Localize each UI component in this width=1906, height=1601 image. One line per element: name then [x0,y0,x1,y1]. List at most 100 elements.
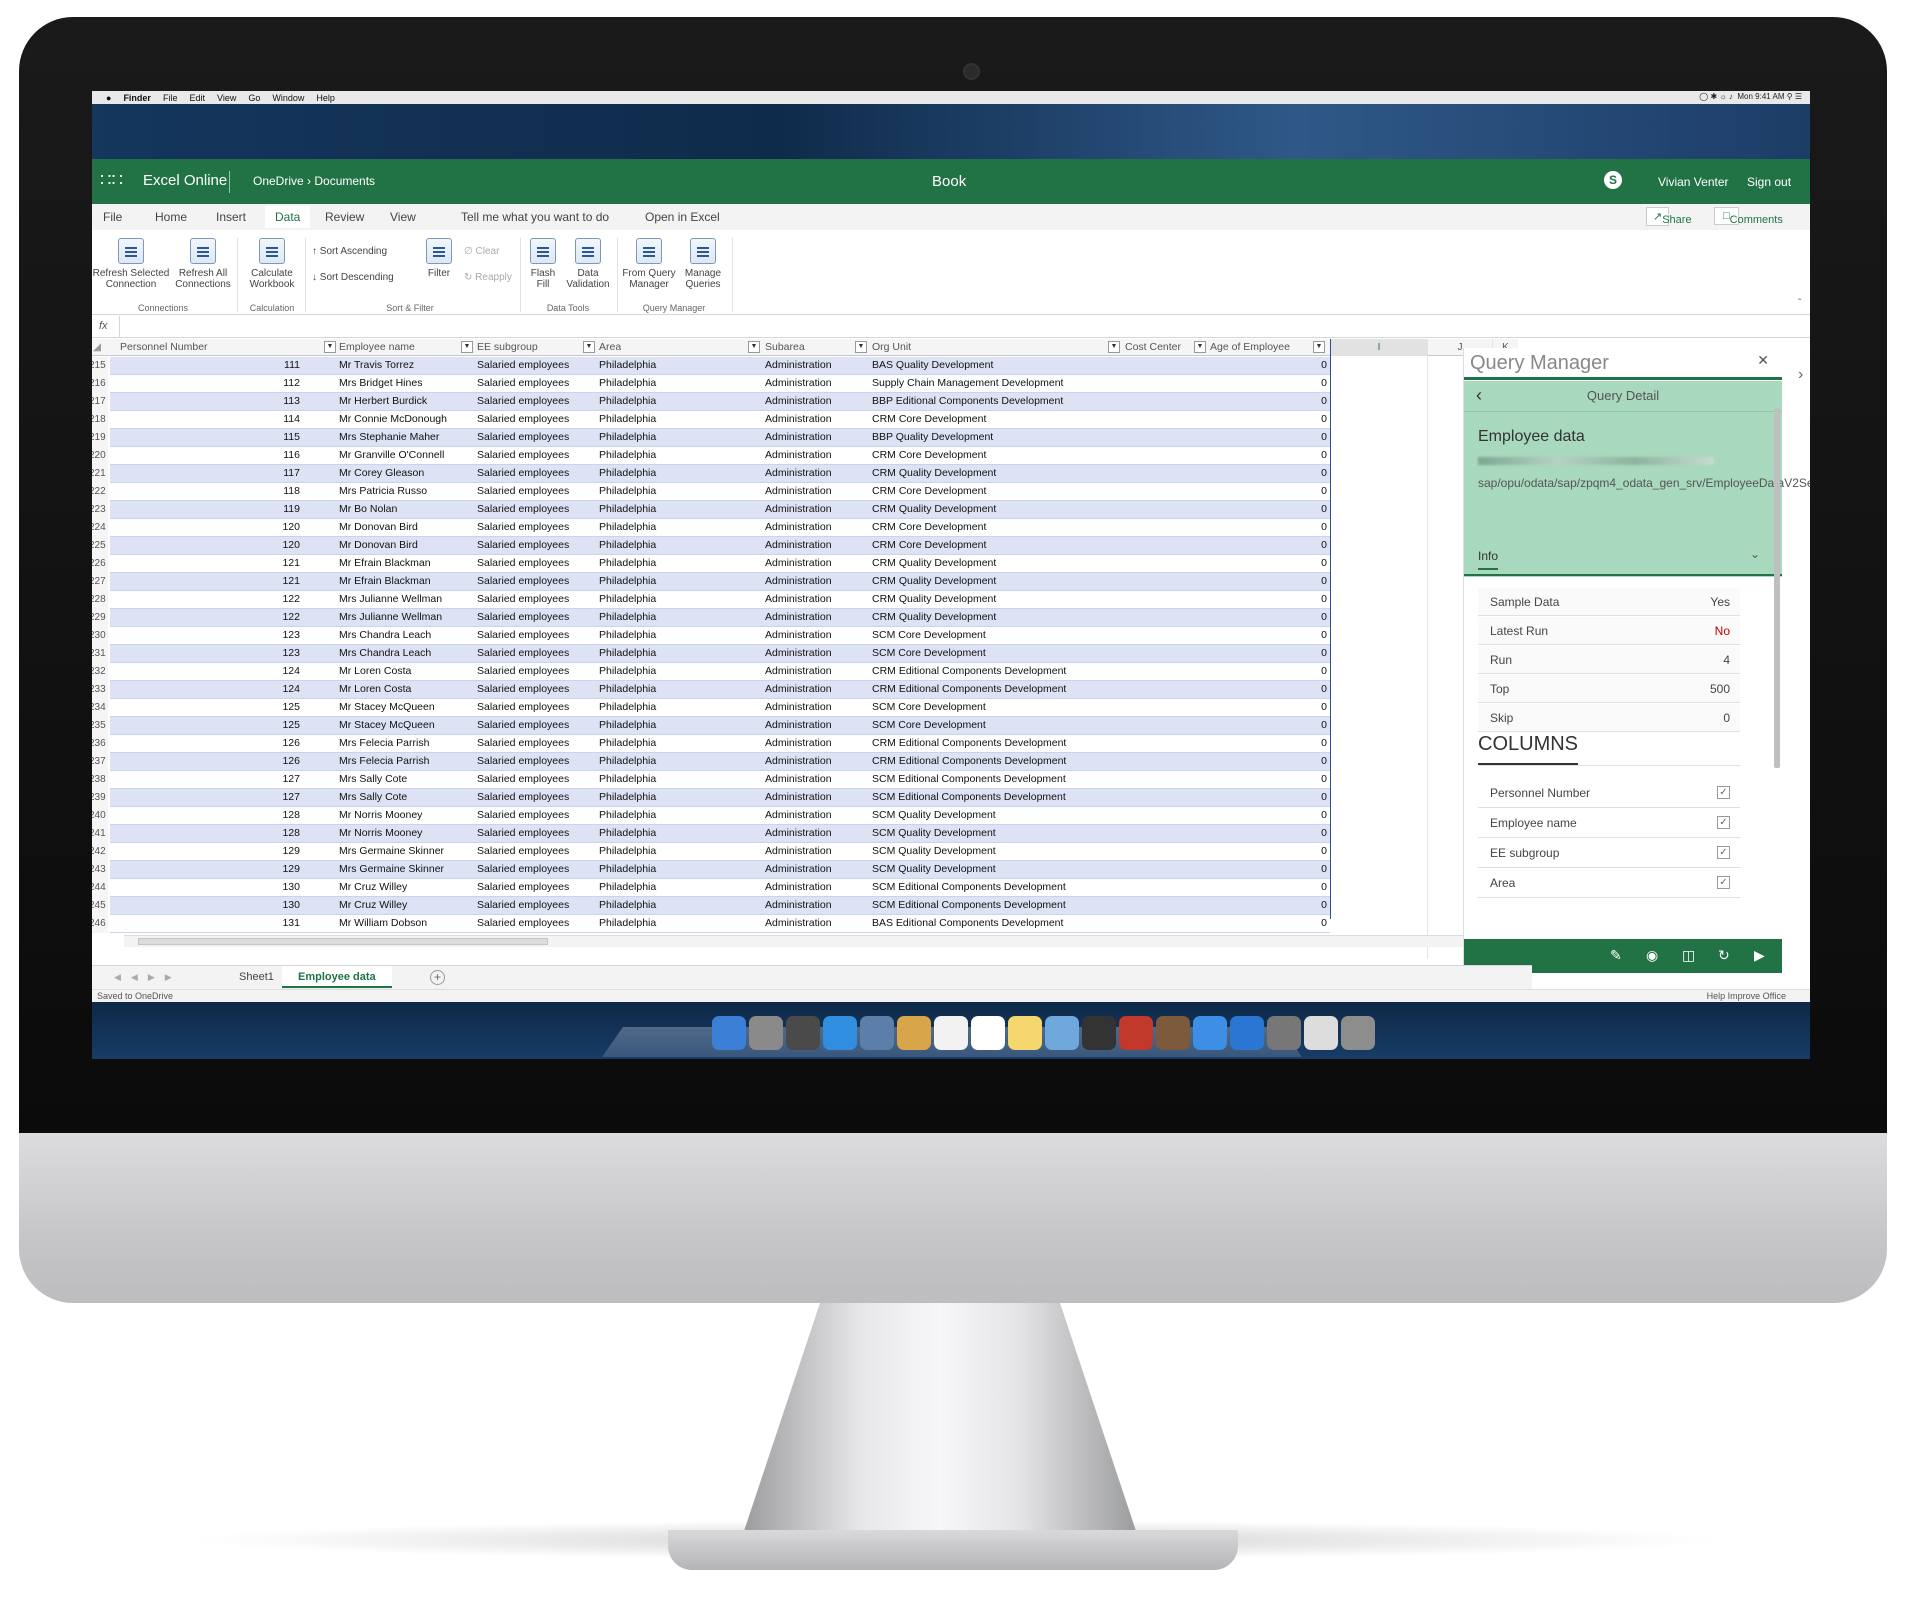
panel-scrollbar[interactable] [1774,408,1780,768]
app-store-icon[interactable] [1230,1016,1264,1050]
cell-org-unit[interactable]: CRM Quality Development [872,467,1112,479]
cell-employee-name[interactable]: Mr Norris Mooney [339,827,469,839]
row-number[interactable]: 224 [92,519,108,537]
cell-subarea[interactable]: Administration [765,845,865,857]
cell-ee-subgroup[interactable]: Salaried employees [477,377,592,389]
row-number[interactable]: 226 [92,555,108,573]
cell-subarea[interactable]: Administration [765,557,865,569]
cell-org-unit[interactable]: CRM Editional Components Development [872,737,1112,749]
cell-employee-name[interactable]: Mr Cruz Willey [339,881,469,893]
breadcrumb[interactable]: OneDrive › Documents [253,174,375,188]
cell-subarea[interactable]: Administration [765,395,865,407]
cell-personnel-number[interactable]: 114 [120,413,300,425]
row-number[interactable]: 222 [92,483,108,501]
cell-subarea[interactable]: Administration [765,467,865,479]
table-row[interactable]: 241 128 Mr Norris Mooney Salaried employees… [92,825,1518,843]
cell-ee-subgroup[interactable]: Salaried employees [477,557,592,569]
cell-employee-name[interactable]: Mrs Patricia Russo [339,485,469,497]
cell-ee-subgroup[interactable]: Salaried employees [477,665,592,677]
cell-employee-name[interactable]: Mrs Bridget Hines [339,377,469,389]
cell-org-unit[interactable]: CRM Quality Development [872,557,1112,569]
cell-personnel-number[interactable]: 117 [120,467,300,479]
cell-employee-name[interactable]: Mr Donovan Bird [339,539,469,551]
calendar-icon[interactable] [934,1016,968,1050]
cell-org-unit[interactable]: SCM Core Development [872,719,1112,731]
safari-icon[interactable] [823,1016,857,1050]
cell-org-unit[interactable]: CRM Editional Components Development [872,683,1112,695]
cell-subarea[interactable]: Administration [765,899,865,911]
cell-age[interactable]: 0 [1222,377,1327,389]
close-icon[interactable]: ✕ [1757,352,1769,369]
filter-dropdown-icon[interactable]: ▼ [1313,341,1325,353]
cell-subarea[interactable]: Administration [765,521,865,533]
cell-age[interactable]: 0 [1222,503,1327,515]
cell-area[interactable]: Philadelphia [599,413,759,425]
cell-org-unit[interactable]: CRM Core Development [872,413,1112,425]
cell-personnel-number[interactable]: 111 [120,359,300,371]
tab-home[interactable]: Home [155,210,187,224]
cell-age[interactable]: 0 [1222,359,1327,371]
table-row[interactable]: 224 120 Mr Donovan Bird Salaried employees P… [92,519,1518,537]
cell-personnel-number[interactable]: 128 [120,809,300,821]
cell-personnel-number[interactable]: 118 [120,485,300,497]
cell-employee-name[interactable]: Mr Stacey McQueen [339,701,469,713]
table-row[interactable]: 227 121 Mr Efrain Blackman Salaried employe… [92,573,1518,591]
cell-org-unit[interactable]: BBP Quality Development [872,431,1112,443]
cell-ee-subgroup[interactable]: Salaried employees [477,485,592,497]
cell-age[interactable]: 0 [1222,395,1327,407]
cell-ee-subgroup[interactable]: Salaried employees [477,413,592,425]
row-number[interactable]: 217 [92,393,108,411]
cell-personnel-number[interactable]: 120 [120,521,300,533]
cell-ee-subgroup[interactable]: Salaried employees [477,521,592,533]
cell-org-unit[interactable]: SCM Editional Components Development [872,881,1112,893]
cell-ee-subgroup[interactable]: Salaried employees [477,683,592,695]
table-row[interactable]: 225 120 Mr Donovan Bird Salaried employees P… [92,537,1518,555]
cell-area[interactable]: Philadelphia [599,503,759,515]
sheet-tab-employee-data[interactable]: Employee data [282,966,392,988]
refresh-icon[interactable]: ↻ [1718,947,1730,964]
cell-age[interactable]: 0 [1222,791,1327,803]
cell-org-unit[interactable]: CRM Quality Development [872,593,1112,605]
cell-org-unit[interactable]: SCM Quality Development [872,845,1112,857]
cell-personnel-number[interactable]: 130 [120,881,300,893]
cell-age[interactable]: 0 [1222,665,1327,677]
cell-personnel-number[interactable]: 126 [120,737,300,749]
checkbox[interactable]: ✓ [1717,876,1730,889]
cell-personnel-number[interactable]: 124 [120,683,300,695]
cell-subarea[interactable]: Administration [765,449,865,461]
cell-age[interactable]: 0 [1222,593,1327,605]
formula-bar[interactable]: fx [92,316,1810,338]
checkbox[interactable]: ✓ [1717,846,1730,859]
cell-area[interactable]: Philadelphia [599,593,759,605]
reminders-icon[interactable] [971,1016,1005,1050]
cell-ee-subgroup[interactable]: Salaried employees [477,737,592,749]
cell-employee-name[interactable]: Mr Efrain Blackman [339,575,469,587]
cell-area[interactable]: Philadelphia [599,773,759,785]
row-number[interactable]: 219 [92,429,108,447]
cell-subarea[interactable]: Administration [765,809,865,821]
collapse-ribbon-icon[interactable]: ˆ [1798,298,1801,309]
table-row[interactable]: 218 114 Mr Connie McDonough Salaried employ… [92,411,1518,429]
cell-personnel-number[interactable]: 131 [120,917,300,929]
cell-age[interactable]: 0 [1222,485,1327,497]
cell-area[interactable]: Philadelphia [599,377,759,389]
from-query-manager-button[interactable]: From Query Manager [621,238,677,290]
cell-personnel-number[interactable]: 125 [120,701,300,713]
cell-ee-subgroup[interactable]: Salaried employees [477,719,592,731]
cell-age[interactable]: 0 [1222,737,1327,749]
pencil-icon[interactable]: ✎ [1610,947,1622,964]
row-number[interactable]: 240 [92,807,108,825]
document-title[interactable]: Book [932,173,966,190]
cell-subarea[interactable]: Administration [765,647,865,659]
cell-personnel-number[interactable]: 116 [120,449,300,461]
row-number[interactable]: 235 [92,717,108,735]
table-row[interactable]: 239 127 Mrs Sally Cote Salaried employees Ph… [92,789,1518,807]
menu-go[interactable]: Go [248,93,260,103]
cell-subarea[interactable]: Administration [765,593,865,605]
table-row[interactable]: 245 130 Mr Cruz Willey Salaried employees Ph… [92,897,1518,915]
table-row[interactable]: 244 130 Mr Cruz Willey Salaried employees Ph… [92,879,1518,897]
cell-area[interactable]: Philadelphia [599,881,759,893]
row-number[interactable]: 216 [92,375,108,393]
cell-ee-subgroup[interactable]: Salaried employees [477,647,592,659]
cell-age[interactable]: 0 [1222,755,1327,767]
